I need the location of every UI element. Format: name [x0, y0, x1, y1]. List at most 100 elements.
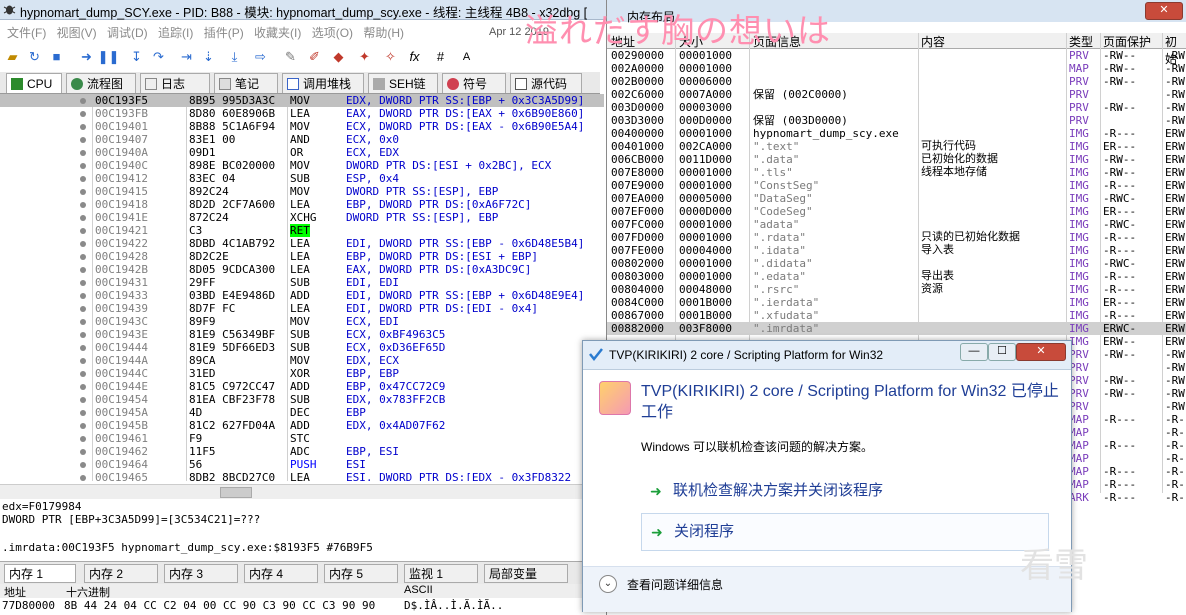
trace-into-icon[interactable]: ⇥: [178, 48, 195, 65]
breakpoint-dot-icon[interactable]: [80, 215, 86, 221]
disasm-row[interactable]: 00C19422 8DBD 4C1AB792 LEA EDI, DWORD PTR S…: [0, 237, 604, 250]
comments-icon[interactable]: ◆: [330, 48, 347, 65]
disasm-row[interactable]: 00C193F5 8B95 995D3A3C MOV EDX, DWORD PTR S…: [0, 94, 604, 107]
breakpoint-dot-icon[interactable]: [80, 280, 86, 286]
disasm-row[interactable]: 00C1945A 4D DEC EBP: [0, 406, 604, 419]
memory-map-row[interactable]: 002C6000 0007A000 保留 (002C0000) PRV -RW: [607, 88, 1186, 101]
menu-file[interactable]: 文件(F): [7, 24, 46, 41]
breakpoint-dot-icon[interactable]: [80, 423, 86, 429]
disasm-row[interactable]: 00C19433 03BD E4E9486D ADD EDI, DWORD PTR S…: [0, 289, 604, 302]
breakpoint-dot-icon[interactable]: [80, 397, 86, 403]
breakpoint-dot-icon[interactable]: [80, 267, 86, 273]
breakpoint-dot-icon[interactable]: [80, 475, 86, 481]
menu-favourites[interactable]: 收藏夹(I): [254, 24, 301, 41]
tab-graph[interactable]: 流程图: [66, 73, 136, 93]
tab-dump-4[interactable]: 内存 4: [244, 564, 318, 583]
disasm-row[interactable]: 00C19415 892C24 MOV DWORD PTR SS:[ESP], EBP: [0, 185, 604, 198]
breakpoint-dot-icon[interactable]: [80, 293, 86, 299]
trace-over-icon[interactable]: ⇣: [200, 48, 217, 65]
menu-trace[interactable]: 追踪(I): [158, 24, 193, 41]
disasm-row[interactable]: 00C19431 29FF SUB EDI, EDI: [0, 276, 604, 289]
hash-icon[interactable]: #: [432, 48, 449, 65]
menu-help[interactable]: 帮助(H): [363, 24, 404, 41]
open-icon[interactable]: ▰: [4, 48, 21, 65]
close-debug-icon[interactable]: ■: [48, 48, 65, 65]
menu-debug[interactable]: 调试(D): [107, 24, 148, 41]
breakpoint-dot-icon[interactable]: [80, 176, 86, 182]
disasm-row[interactable]: 00C19465 8DB2 8BCD27C0 LEA ESI, DWORD PTR D…: [0, 471, 604, 481]
dump-row[interactable]: 77D80000 8B 44 24 04 CC C2 04 00 CC 90 C…: [0, 599, 600, 615]
disasm-row[interactable]: 00C1940C 898E BC020000 MOV DWORD PTR DS:[ES…: [0, 159, 604, 172]
disasm-row[interactable]: 00C1943E 81E9 C56349BF SUB ECX, 0xBF4963C5: [0, 328, 604, 341]
tab-dump-5[interactable]: 内存 5: [324, 564, 398, 583]
breakpoint-dot-icon[interactable]: [80, 358, 86, 364]
menu-view[interactable]: 视图(V): [57, 24, 97, 41]
memory-map-row[interactable]: 007FE000 00004000 ".idata" 导入表 IMG -R--- ERW: [607, 244, 1186, 257]
memory-map-row[interactable]: 003D3000 000D0000 保留 (003D0000) PRV -RW: [607, 114, 1186, 127]
close-icon[interactable]: ✕: [1016, 343, 1066, 361]
breakpoint-dot-icon[interactable]: [80, 202, 86, 208]
breakpoint-dot-icon[interactable]: [80, 345, 86, 351]
disasm-row[interactable]: 00C19418 8D2D 2CF7A600 LEA EBP, DWORD PTR D…: [0, 198, 604, 211]
breakpoint-dot-icon[interactable]: [80, 384, 86, 390]
step-over-icon[interactable]: ↷: [150, 48, 167, 65]
breakpoint-dot-icon[interactable]: [80, 228, 86, 234]
disasm-row[interactable]: 00C19412 83EC 04 SUB ESP, 0x4: [0, 172, 604, 185]
minimize-icon[interactable]: —: [960, 343, 988, 361]
breakpoint-dot-icon[interactable]: [80, 436, 86, 442]
breakpoint-dot-icon[interactable]: [80, 462, 86, 468]
disasm-row[interactable]: 00C19421 C3 RET: [0, 224, 604, 237]
check-online-button[interactable]: ➜ 联机检查解决方案并关闭该程序: [641, 473, 1047, 509]
disasm-row[interactable]: 00C1944C 31ED XOR EBP, EBP: [0, 367, 604, 380]
memory-map-row[interactable]: 00882000 003F8000 ".imrdata" IMG ERWC- ERW: [607, 322, 1186, 335]
disasm-row[interactable]: 00C19444 81E9 5DF66ED3 SUB ECX, 0xD36EF65D: [0, 341, 604, 354]
memory-map-row[interactable]: 00867000 0001B000 ".xfudata" IMG -R--- ERW: [607, 309, 1186, 322]
breakpoint-dot-icon[interactable]: [80, 163, 86, 169]
disasm-row[interactable]: 00C19439 8D7F FC LEA EDI, DWORD PTR DS:[EDI…: [0, 302, 604, 315]
memory-map-row[interactable]: 00401000 002CA000 ".text" 可执行代码 IMG ER--- ERW: [607, 140, 1186, 153]
breakpoint-dot-icon[interactable]: [80, 449, 86, 455]
step-into-icon[interactable]: ↧: [128, 48, 145, 65]
disasm-row[interactable]: 00C19462 11F5 ADC EBP, ESI: [0, 445, 604, 458]
breakpoint-dot-icon[interactable]: [80, 189, 86, 195]
bookmarks-icon[interactable]: ✧: [382, 48, 399, 65]
disasm-row[interactable]: 00C19401 8B88 5C1A6F94 MOV ECX, DWORD PTR D…: [0, 120, 604, 133]
memory-map-row[interactable]: 007E9000 00001000 "ConstSeg" IMG -R--- ERW: [607, 179, 1186, 192]
breakpoint-dot-icon[interactable]: [80, 371, 86, 377]
chevron-down-icon[interactable]: ⌄: [599, 575, 617, 593]
scrollbar-thumb[interactable]: [220, 487, 252, 498]
breakpoint-dot-icon[interactable]: [80, 137, 86, 143]
restart-icon[interactable]: ↻: [26, 48, 43, 65]
scylla-icon[interactable]: ✎: [282, 48, 299, 65]
tab-source[interactable]: 源代码: [510, 73, 582, 93]
tab-watch-1[interactable]: 监视 1: [404, 564, 478, 583]
disasm-row[interactable]: 00C19464 56 PUSH ESI: [0, 458, 604, 471]
memory-map-row[interactable]: 00803000 00001000 ".edata" 导出表 IMG -R--- ERW: [607, 270, 1186, 283]
breakpoint-dot-icon[interactable]: [80, 241, 86, 247]
tab-callstack[interactable]: 调用堆栈: [282, 73, 364, 93]
disasm-row[interactable]: 00C1945B 81C2 627FD04A ADD EDX, 0x4AD07F62: [0, 419, 604, 432]
tab-seh[interactable]: SEH链: [368, 73, 438, 93]
disasm-row[interactable]: 00C193FB 8D80 60E8906B LEA EAX, DWORD PTR D…: [0, 107, 604, 120]
memory-map-row[interactable]: 007EF000 0000D000 "CodeSeg" IMG ER--- ERW: [607, 205, 1186, 218]
tab-dump-2[interactable]: 内存 2: [84, 564, 158, 583]
memory-map-row[interactable]: 00400000 00001000 hypnomart_dump_scy.exe IM…: [607, 127, 1186, 140]
disassembly-view[interactable]: 00C193F5 8B95 995D3A3C MOV EDX, DWORD PTR S…: [0, 94, 604, 481]
memory-map-row[interactable]: 0084C000 0001B000 ".ierdata" IMG ER--- ERW: [607, 296, 1186, 309]
font-icon[interactable]: A: [458, 48, 475, 65]
breakpoint-dot-icon[interactable]: [80, 98, 86, 104]
memory-map-row[interactable]: 003D0000 00003000 PRV -RW-- -RW: [607, 101, 1186, 114]
breakpoint-dot-icon[interactable]: [80, 410, 86, 416]
disasm-row[interactable]: 00C1940A 09D1 OR ECX, EDX: [0, 146, 604, 159]
breakpoint-dot-icon[interactable]: [80, 111, 86, 117]
memory-map-row[interactable]: 00802000 00001000 ".didata" IMG -RWC- ERW: [607, 257, 1186, 270]
disasm-row[interactable]: 00C19407 83E1 00 AND ECX, 0x0: [0, 133, 604, 146]
view-details-link[interactable]: 查看问题详细信息: [627, 576, 723, 593]
disasm-row[interactable]: 00C1942B 8D05 9CDCA300 LEA EAX, DWORD PTR D…: [0, 263, 604, 276]
disasm-row[interactable]: 00C19461 F9 STC: [0, 432, 604, 445]
breakpoint-dot-icon[interactable]: [80, 124, 86, 130]
labels-icon[interactable]: ✦: [356, 48, 373, 65]
memory-map-row[interactable]: 006CB000 0011D000 ".data" 已初始化的数据 IMG -RW-- ER…: [607, 153, 1186, 166]
tab-log[interactable]: 日志: [140, 73, 210, 93]
menu-plugins[interactable]: 插件(P): [204, 24, 244, 41]
